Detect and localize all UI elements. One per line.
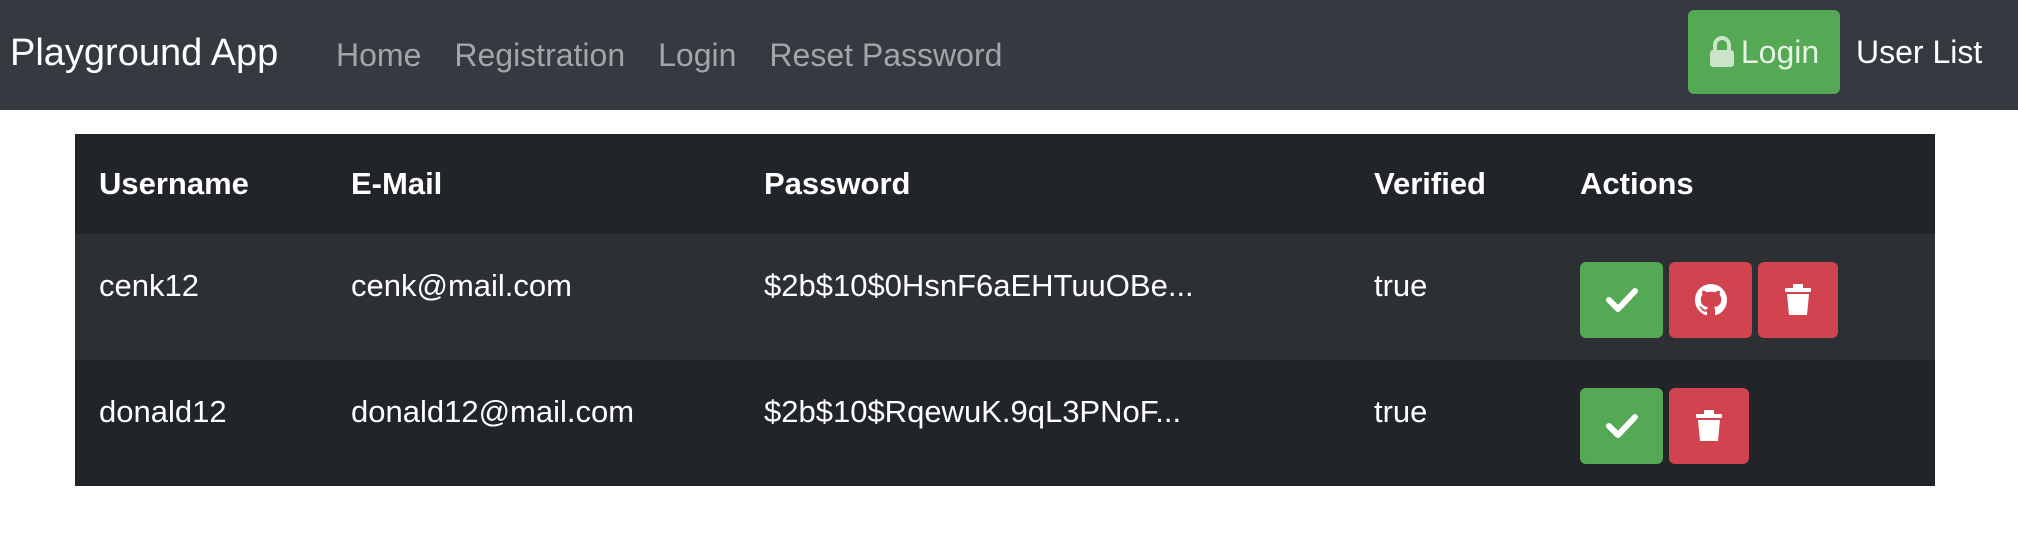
delete-button[interactable]: [1669, 388, 1749, 464]
cell-actions: [1556, 234, 1935, 360]
nav-links: Home Registration Login Reset Password: [336, 0, 1035, 110]
cell-password: $2b$10$0HsnF6aEHTuuOBe...: [764, 268, 1194, 303]
header-email: E-Mail: [351, 166, 443, 201]
cell-verified: true: [1374, 268, 1428, 303]
delete-button[interactable]: [1758, 262, 1838, 338]
verify-button[interactable]: [1580, 388, 1663, 464]
navbar: Playground App Home Registration Login R…: [0, 0, 2018, 110]
trash-icon: [1696, 410, 1722, 441]
nav-link-reset-password[interactable]: Reset Password: [769, 37, 1002, 74]
cell-actions: [1556, 360, 1935, 486]
cell-email: donald12@mail.com: [351, 394, 635, 429]
login-button[interactable]: Login: [1688, 10, 1840, 94]
github-button[interactable]: [1669, 262, 1752, 338]
cell-password: $2b$10$RqewuK.9qL3PNoF...: [764, 394, 1182, 429]
github-icon: [1694, 284, 1727, 316]
verify-button[interactable]: [1580, 262, 1663, 338]
cell-username: cenk12: [99, 268, 199, 303]
lock-icon: [1709, 36, 1734, 67]
trash-icon: [1785, 284, 1811, 315]
users-table: Username E-Mail Password Verified Action…: [75, 134, 1935, 486]
cell-username: donald12: [99, 394, 227, 429]
check-icon: [1605, 414, 1638, 438]
nav-link-registration[interactable]: Registration: [454, 37, 625, 74]
header-username: Username: [99, 166, 249, 201]
header-password: Password: [764, 166, 911, 201]
navbar-brand[interactable]: Playground App: [10, 0, 278, 110]
check-icon: [1605, 288, 1638, 312]
nav-link-login[interactable]: Login: [658, 37, 736, 74]
header-verified: Verified: [1374, 166, 1486, 201]
table-row: cenk12 cenk@mail.com $2b$10$0HsnF6aEHTuu…: [75, 234, 1935, 360]
nav-link-user-list[interactable]: User List: [1856, 0, 1982, 104]
table-row: donald12 donald12@mail.com $2b$10$RqewuK…: [75, 360, 1935, 486]
header-actions: Actions: [1580, 166, 1694, 201]
table-header-row: Username E-Mail Password Verified Action…: [75, 134, 1935, 234]
cell-verified: true: [1374, 394, 1428, 429]
cell-email: cenk@mail.com: [351, 268, 572, 303]
nav-link-home[interactable]: Home: [336, 37, 421, 74]
login-button-label: Login: [1740, 33, 1820, 70]
